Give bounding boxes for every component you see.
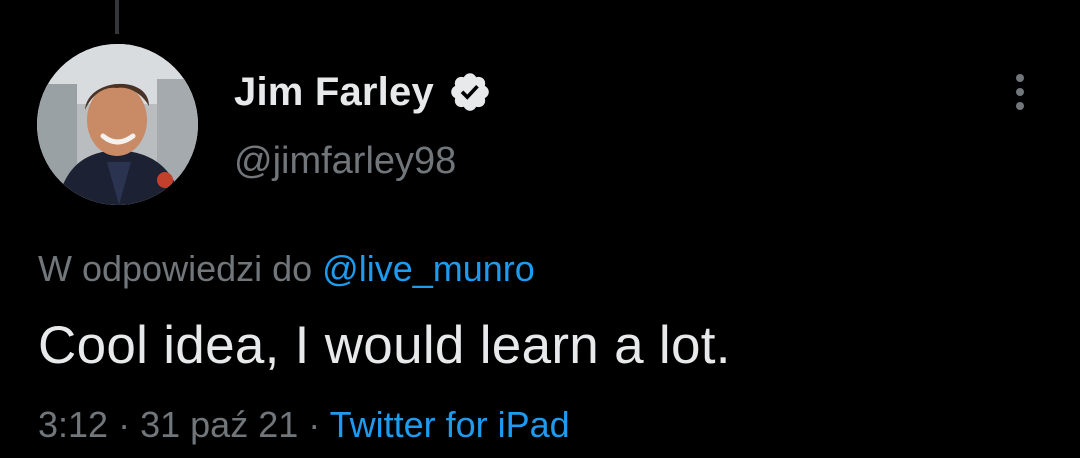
reply-prefix: W odpowiedzi do — [38, 248, 313, 289]
meta-separator: · — [308, 404, 321, 445]
reply-context: W odpowiedzi do @live_munro — [38, 248, 535, 290]
avatar-photo — [37, 44, 198, 205]
tweet-date[interactable]: 31 paź 21 — [140, 404, 298, 445]
tweet-time[interactable]: 3:12 — [38, 404, 108, 445]
verified-badge-icon — [451, 73, 489, 111]
tweet-text: Cool idea, I would learn a lot. — [38, 316, 731, 375]
author-display-name[interactable]: Jim Farley — [234, 70, 434, 115]
author-name-row[interactable]: Jim Farley — [234, 64, 492, 120]
author-handle[interactable]: @jimfarley98 — [234, 140, 456, 183]
thread-connector-line — [115, 0, 119, 34]
tweet-source-link[interactable]: Twitter for iPad — [330, 404, 570, 445]
avatar[interactable] — [37, 44, 198, 205]
more-vertical-icon[interactable] — [1006, 70, 1034, 114]
reply-mention-link[interactable]: @live_munro — [322, 248, 535, 289]
tweet-metadata: 3:12 · 31 paź 21 · Twitter for iPad — [38, 404, 570, 446]
meta-separator: · — [118, 404, 131, 445]
